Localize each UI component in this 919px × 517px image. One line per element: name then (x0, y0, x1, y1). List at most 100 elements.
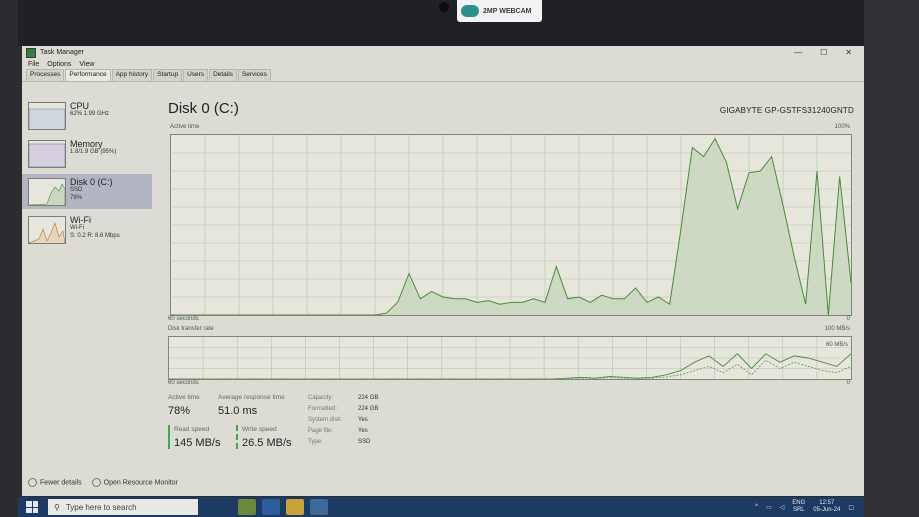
system-tray: ^ ▭ ◁ ENG SRL 12:57 05-Jun-24 ▢ (755, 500, 864, 514)
weather-widget-icon[interactable] (238, 499, 256, 515)
tab-processes[interactable]: Processes (26, 69, 65, 81)
transfer-rate-max-label: 100 MB/s (824, 326, 850, 332)
active-time-zero-label: 0 (846, 316, 850, 322)
tab-strip: Processes Performance App history Startu… (22, 69, 864, 82)
webcam-label: 2MP WEBCAM (483, 7, 532, 15)
sidebar-wifi-line1: Wi-Fi (70, 225, 84, 231)
active-time-seconds-label: 60 seconds (168, 316, 199, 322)
battery-icon[interactable]: ▭ (766, 504, 772, 511)
avg-response-label: Average response time (218, 394, 285, 401)
laptop-bezel-right (864, 0, 919, 517)
cpu-thumbnail-graph (28, 102, 66, 130)
type-label: Type: (308, 439, 323, 445)
menu-options[interactable]: Options (47, 61, 71, 68)
fewer-details-button[interactable]: Fewer details (28, 477, 82, 487)
language-indicator[interactable]: ENG SRL (792, 500, 805, 514)
edge-icon[interactable] (262, 499, 280, 515)
menu-bar: File Options View (22, 59, 864, 69)
sidebar-wifi-title: Wi-Fi (70, 215, 91, 225)
chevron-up-icon[interactable]: ^ (755, 504, 758, 510)
window-controls: — ☐ ✕ (794, 48, 864, 57)
cpu-mini-chart (29, 108, 65, 129)
disk-thumbnail-graph (28, 178, 66, 206)
sidebar-wifi-line2: S: 0.2 R: 8.6 Mbps (70, 233, 120, 239)
resource-monitor-icon (91, 477, 101, 487)
disk-model-name: GIGABYTE GP-GSTFS31240GNTD (719, 106, 854, 115)
minimize-icon[interactable]: — (794, 48, 802, 57)
sidebar-item-memory[interactable]: Memory 1.8/1.9 GB (95%) (22, 136, 152, 171)
sidebar-item-disk[interactable]: Disk 0 (C:) SSD 78% (22, 174, 152, 209)
file-explorer-icon[interactable] (286, 499, 304, 515)
sidebar-cpu-line1: 62% 1.99 GHz (70, 111, 110, 117)
formatted-value: 224 GB (358, 406, 379, 412)
sidebar-item-wifi[interactable]: Wi-Fi Wi-Fi S: 0.2 R: 8.6 Mbps (22, 212, 152, 247)
clock[interactable]: 12:57 05-Jun-24 (813, 500, 840, 514)
tab-services[interactable]: Services (237, 69, 271, 81)
language-secondary: SRL (792, 507, 805, 513)
camera-lens (439, 2, 449, 12)
active-time-max-label: 100% (834, 124, 850, 130)
task-manager-window: Task Manager — ☐ ✕ File Options View Pro… (22, 46, 864, 496)
task-manager-taskbar-icon[interactable] (310, 499, 328, 515)
menu-view[interactable]: View (79, 61, 94, 68)
write-speed-label: Write speed (242, 426, 277, 433)
fewer-details-label: Fewer details (40, 478, 82, 486)
taskbar: ⚲ Type here to search ^ ▭ ◁ ENG SRL 12:5… (18, 497, 864, 517)
page-file-value: Yes (358, 428, 368, 434)
type-value: SSD (358, 439, 371, 445)
search-icon: ⚲ (54, 502, 60, 512)
notifications-icon[interactable]: ▢ (848, 504, 854, 511)
performance-sidebar: CPU 62% 1.99 GHz Memory 1.8/1.9 GB (95%)… (22, 98, 152, 488)
active-time-chart (171, 135, 852, 316)
read-speed-indicator (168, 425, 170, 449)
capacity-label: Capacity: (308, 395, 334, 401)
disk-mini-line (29, 183, 65, 205)
active-time-axis-label: Active time (170, 124, 200, 130)
window-footer: Fewer details Open Resource Monitor (22, 474, 864, 490)
clock-date: 05-Jun-24 (813, 507, 841, 513)
sidebar-item-cpu[interactable]: CPU 62% 1.99 GHz (22, 98, 152, 133)
memory-mini-fill (29, 143, 65, 167)
active-time-graph (170, 134, 852, 316)
sidebar-cpu-title: CPU (70, 101, 90, 111)
avg-response-value: 51.0 ms (218, 405, 258, 417)
system-disk-value: Yes (358, 417, 368, 423)
memory-thumbnail-graph (28, 140, 66, 168)
close-icon[interactable]: ✕ (845, 48, 852, 57)
active-time-stat-value: 78% (168, 405, 191, 417)
taskbar-search-box[interactable]: ⚲ Type here to search (48, 499, 198, 515)
volume-icon[interactable]: ◁ (780, 504, 785, 511)
sidebar-memory-line1: 1.8/1.9 GB (95%) (70, 149, 117, 155)
sidebar-memory-title: Memory (70, 139, 103, 149)
transfer-rate-graph (168, 336, 852, 380)
transfer-rate-seconds-label: 60 seconds (168, 380, 199, 386)
maximize-icon[interactable]: ☐ (820, 48, 827, 57)
open-resource-monitor-link[interactable]: Open Resource Monitor (91, 477, 178, 487)
tab-details[interactable]: Details (209, 69, 237, 81)
read-speed-value: 145 MB/s (174, 437, 221, 449)
wifi-mini-line (29, 222, 65, 243)
title-bar: Task Manager — ☐ ✕ (22, 46, 864, 59)
page-file-label: Page file: (308, 428, 334, 434)
transfer-rate-mid-label: 60 MB/s (825, 342, 848, 348)
windows-start-icon[interactable] (26, 501, 38, 513)
write-speed-indicator (236, 425, 240, 449)
formatted-label: Formatted: (308, 406, 338, 412)
laptop-bezel-left (0, 0, 18, 517)
search-placeholder: Type here to search (65, 502, 137, 512)
sidebar-disk-line2: 78% (70, 195, 83, 201)
tab-app-history[interactable]: App history (111, 69, 153, 81)
page-title: Disk 0 (C:) (168, 100, 239, 117)
task-manager-icon (26, 47, 36, 58)
webcam-sticker: 2MP WEBCAM (457, 0, 542, 22)
tab-startup[interactable]: Startup (153, 69, 183, 81)
disk-detail-panel: Disk 0 (C:) GIGABYTE GP-GSTFS31240GNTD A… (168, 98, 854, 488)
system-disk-label: System disk: (308, 417, 343, 423)
window-title: Task Manager (40, 49, 84, 56)
tab-performance[interactable]: Performance (65, 69, 111, 81)
memory-mini-chart (29, 143, 65, 167)
menu-file[interactable]: File (28, 61, 39, 68)
tab-users[interactable]: Users (183, 69, 209, 81)
active-time-stat-label: Active time (168, 394, 200, 401)
read-speed-label: Read speed (174, 426, 210, 433)
